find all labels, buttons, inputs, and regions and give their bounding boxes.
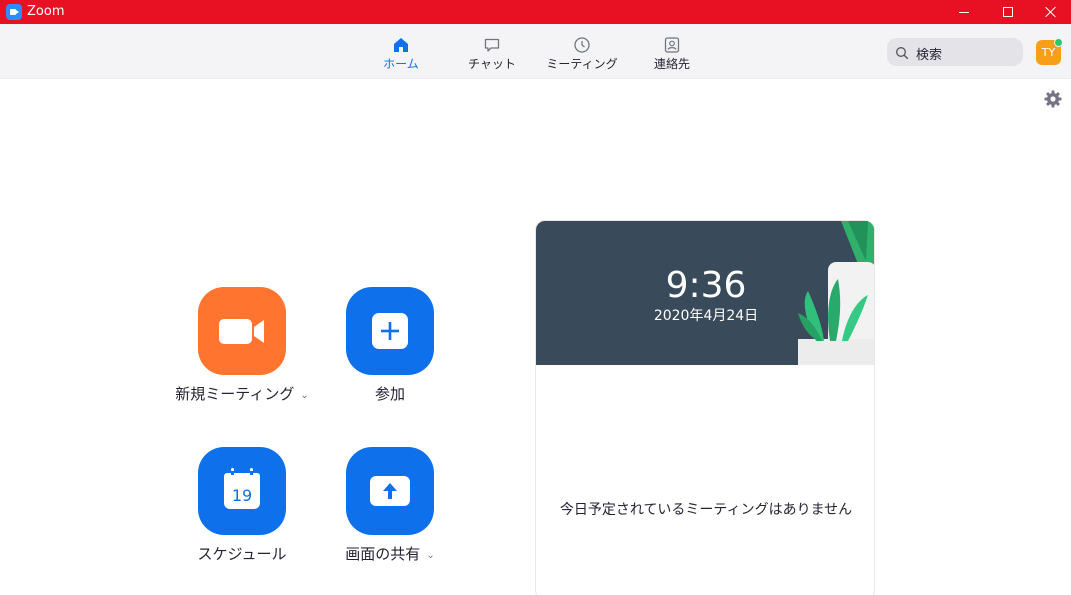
clock-banner: 9:36 2020年4月24日 bbox=[536, 221, 874, 365]
minimize-button[interactable] bbox=[941, 0, 987, 24]
contacts-icon bbox=[663, 36, 681, 54]
search-icon bbox=[895, 45, 909, 60]
join-action: 参加 bbox=[320, 287, 460, 403]
calendar-icon: 19 bbox=[224, 468, 260, 509]
new-meeting-button[interactable] bbox=[198, 287, 286, 375]
tab-contacts-label: 連絡先 bbox=[653, 57, 690, 71]
title-bar: Zoom bbox=[0, 0, 1071, 24]
chevron-down-icon[interactable]: ⌄ bbox=[300, 387, 308, 405]
schedule-label: スケジュール bbox=[197, 545, 287, 563]
top-nav: ホーム チャット ミーティング 連絡先 検索 TY bbox=[0, 24, 1071, 79]
share-screen-action: 画面の共有 ⌄ bbox=[320, 447, 460, 566]
tab-meeting-label: ミーティング bbox=[546, 57, 618, 71]
video-camera-icon bbox=[219, 319, 264, 344]
zoom-logo-icon bbox=[6, 4, 22, 20]
share-screen-label: 画面の共有 bbox=[345, 545, 421, 563]
tab-home-label: ホーム bbox=[383, 57, 419, 71]
tab-meeting[interactable]: ミーティング bbox=[537, 36, 627, 72]
join-label: 参加 bbox=[374, 385, 405, 403]
tab-chat[interactable]: チャット bbox=[447, 36, 537, 72]
share-screen-button[interactable] bbox=[346, 447, 434, 535]
search-placeholder: 検索 bbox=[916, 48, 943, 63]
plus-icon bbox=[372, 313, 408, 349]
upload-arrow-icon bbox=[370, 476, 410, 506]
no-meetings-message: 今日予定されているミーティングはありません bbox=[559, 502, 853, 518]
minimize-icon bbox=[959, 11, 969, 13]
maximize-button[interactable] bbox=[985, 0, 1031, 24]
search-input[interactable]: 検索 bbox=[887, 38, 1023, 66]
current-time: 9:36 bbox=[665, 265, 747, 306]
close-icon bbox=[1045, 6, 1057, 18]
new-meeting-action: 新規ミーティング ⌄ bbox=[172, 287, 312, 406]
maximize-icon bbox=[1003, 7, 1013, 17]
upcoming-meetings-panel: 9:36 2020年4月24日 今日予定されているミーティングはありません bbox=[535, 220, 875, 595]
presence-status-dot bbox=[1054, 38, 1063, 47]
window-title: Zoom bbox=[27, 4, 65, 19]
chevron-down-icon[interactable]: ⌄ bbox=[426, 547, 434, 565]
close-button[interactable] bbox=[1028, 0, 1071, 24]
chat-icon bbox=[483, 36, 501, 54]
tab-chat-label: チャット bbox=[468, 57, 516, 71]
current-date: 2020年4月24日 bbox=[653, 308, 759, 324]
schedule-button[interactable]: 19 bbox=[198, 447, 286, 535]
join-button[interactable] bbox=[346, 287, 434, 375]
tab-home[interactable]: ホーム bbox=[356, 36, 446, 72]
home-icon bbox=[392, 36, 410, 54]
new-meeting-label: 新規ミーティング bbox=[175, 385, 295, 403]
clock-icon bbox=[573, 36, 591, 54]
calendar-day-number: 19 bbox=[232, 486, 252, 505]
schedule-action: 19 スケジュール bbox=[172, 447, 312, 563]
tab-contacts[interactable]: 連絡先 bbox=[627, 36, 717, 72]
settings-gear-icon[interactable] bbox=[1043, 89, 1063, 109]
